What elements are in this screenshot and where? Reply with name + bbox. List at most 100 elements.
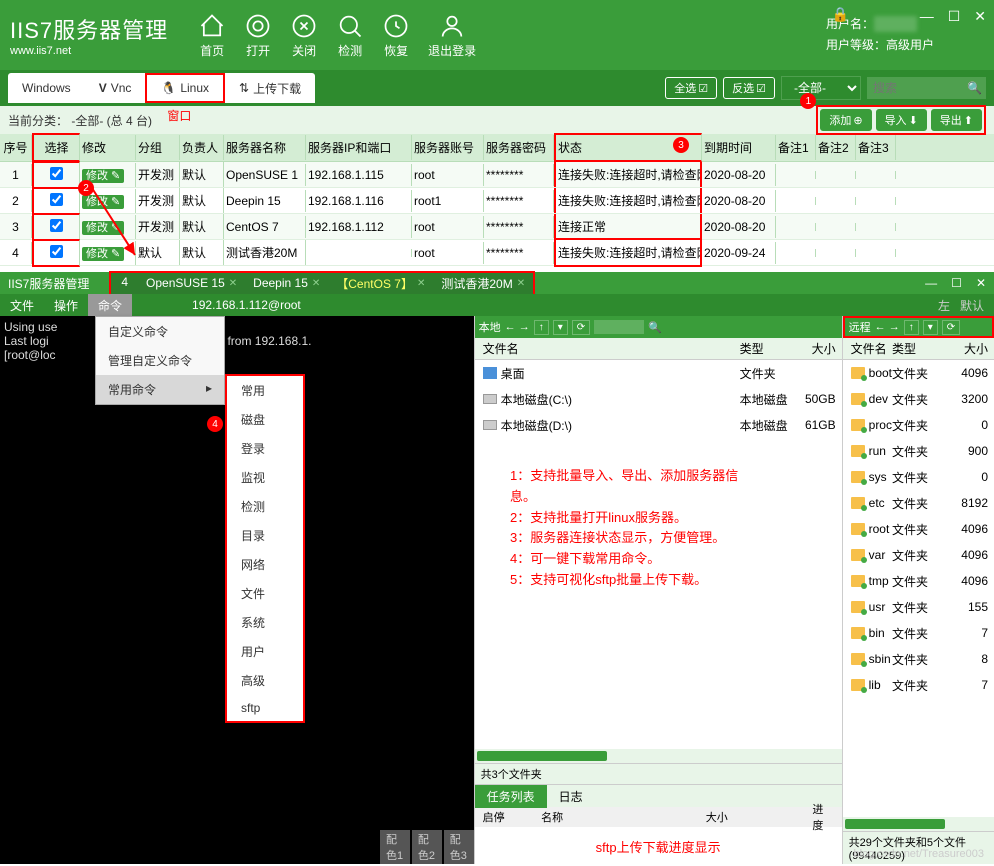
remote-up-icon[interactable]: ↑ bbox=[904, 320, 919, 335]
file-row[interactable]: var文件夹4096 bbox=[843, 542, 994, 568]
table-row[interactable]: 4修改 ✎默认默认测试香港20Mroot********连接失败:连接超时,请检… bbox=[0, 240, 994, 266]
task-tab-list[interactable]: 任务列表 bbox=[475, 785, 547, 808]
file-row[interactable]: dev文件夹3200 bbox=[843, 386, 994, 412]
local-up-icon[interactable]: ↑ bbox=[534, 320, 549, 335]
remote-refresh-icon[interactable]: ⟳ bbox=[942, 320, 960, 335]
session-tab[interactable]: Deepin 15 ✕ bbox=[245, 273, 328, 294]
table-row[interactable]: 3修改 ✎开发测默认CentOS 7192.168.1.112root*****… bbox=[0, 214, 994, 240]
maximize-icon[interactable]: ☐ bbox=[948, 8, 961, 25]
submenu-item[interactable]: sftp bbox=[227, 695, 303, 721]
tab-linux[interactable]: 🐧Linux 窗口 bbox=[145, 73, 225, 103]
tab-close-icon[interactable]: ✕ bbox=[229, 278, 237, 289]
work-area: Using use Last logixxxxxxxxxxxx :37:01 2… bbox=[0, 316, 994, 864]
file-icon bbox=[483, 394, 497, 404]
tab-vnc[interactable]: VVnc bbox=[85, 73, 146, 103]
tab-upload[interactable]: ⇅上传下载 bbox=[225, 73, 315, 103]
nav-open[interactable]: 打开 bbox=[244, 12, 272, 59]
add-button[interactable]: 添加 ⊕ bbox=[820, 109, 871, 131]
file-row[interactable]: 本地磁盘(D:\)本地磁盘61GB bbox=[475, 412, 842, 438]
local-scrollbar[interactable] bbox=[477, 751, 607, 761]
submenu-item[interactable]: 用户 bbox=[227, 637, 303, 666]
local-refresh-icon[interactable]: ⟳ bbox=[572, 320, 590, 335]
submenu-item[interactable]: 常用 bbox=[227, 376, 303, 405]
file-row[interactable]: 桌面文件夹 bbox=[475, 360, 842, 386]
sub-minimize-icon[interactable]: — bbox=[925, 276, 937, 290]
table-row[interactable]: 1修改 ✎开发测默认OpenSUSE 1192.168.1.115root***… bbox=[0, 162, 994, 188]
session-tab[interactable]: OpenSUSE 15 ✕ bbox=[138, 273, 245, 294]
submenu-item[interactable]: 网络 bbox=[227, 550, 303, 579]
file-row[interactable]: sys文件夹0 bbox=[843, 464, 994, 490]
tab-close-icon[interactable]: ✕ bbox=[312, 278, 320, 289]
ctx-common-cmd[interactable]: 常用命令▸ bbox=[96, 375, 224, 404]
menu-command[interactable]: 命令 bbox=[88, 294, 132, 317]
submenu-item[interactable]: 监视 bbox=[227, 463, 303, 492]
sub-close-icon[interactable]: ✕ bbox=[976, 276, 986, 290]
file-row[interactable]: boot文件夹4096 bbox=[843, 360, 994, 386]
file-row[interactable]: lib文件夹7 bbox=[843, 672, 994, 698]
local-dropdown-icon[interactable]: ▾ bbox=[553, 320, 568, 335]
remote-scrollbar[interactable] bbox=[845, 819, 945, 829]
import-button[interactable]: 导入 ⬇ bbox=[876, 109, 927, 131]
row-checkbox[interactable] bbox=[50, 167, 63, 180]
local-search-icon[interactable]: 🔍 bbox=[648, 321, 662, 334]
export-button[interactable]: 导出 ⬆ bbox=[931, 109, 982, 131]
ctx-custom-cmd[interactable]: 自定义命令 bbox=[96, 317, 224, 346]
sub-maximize-icon[interactable]: ☐ bbox=[951, 276, 962, 290]
lock-icon[interactable]: 🔒 bbox=[832, 6, 849, 23]
file-row[interactable]: 本地磁盘(C:\)本地磁盘50GB bbox=[475, 386, 842, 412]
sub-window-controls: — ☐ ✕ bbox=[925, 276, 986, 290]
session-tab[interactable]: 测试香港20M ✕ bbox=[433, 273, 533, 294]
task-tab-log[interactable]: 日志 bbox=[547, 785, 595, 808]
modify-button[interactable]: 修改 ✎ bbox=[82, 195, 124, 209]
tab-close-icon[interactable]: ✕ bbox=[417, 278, 425, 289]
row-checkbox[interactable] bbox=[50, 193, 63, 206]
submenu-item[interactable]: 磁盘 bbox=[227, 405, 303, 434]
file-row[interactable]: sbin文件夹8 bbox=[843, 646, 994, 672]
menu-operate[interactable]: 操作 bbox=[44, 294, 88, 317]
minimize-icon[interactable]: — bbox=[920, 8, 934, 25]
row-checkbox[interactable] bbox=[50, 219, 63, 232]
menu-file[interactable]: 文件 bbox=[0, 294, 44, 317]
file-row[interactable]: bin文件夹7 bbox=[843, 620, 994, 646]
file-row[interactable]: root文件夹4096 bbox=[843, 516, 994, 542]
file-row[interactable]: tmp文件夹4096 bbox=[843, 568, 994, 594]
nav-logout[interactable]: 退出登录 bbox=[428, 12, 476, 59]
nav-home[interactable]: 首页 bbox=[198, 12, 226, 59]
modify-button[interactable]: 修改 ✎ bbox=[82, 247, 124, 261]
terminal-window: IIS7服务器管理 4 OpenSUSE 15 ✕Deepin 15 ✕【Cen… bbox=[0, 272, 994, 864]
submenu-item[interactable]: 高级 bbox=[227, 666, 303, 695]
file-row[interactable]: proc文件夹0 bbox=[843, 412, 994, 438]
modify-button[interactable]: 修改 ✎ bbox=[82, 221, 124, 235]
session-tab[interactable]: 【CentOS 7】 ✕ bbox=[328, 273, 433, 294]
file-row[interactable]: etc文件夹8192 bbox=[843, 490, 994, 516]
tab-windows[interactable]: Windows bbox=[8, 73, 85, 103]
submenu-item[interactable]: 检测 bbox=[227, 492, 303, 521]
close-icon[interactable]: ✕ bbox=[974, 8, 986, 25]
remote-dropdown-icon[interactable]: ▾ bbox=[923, 320, 938, 335]
remote-panel: 5 远程← → ↑ ▾ ⟳ 文件名 类型 大小 boot文件夹4096dev文件… bbox=[842, 316, 994, 864]
submenu-item[interactable]: 登录 bbox=[227, 434, 303, 463]
select-all-button[interactable]: 全选☑ bbox=[665, 77, 717, 99]
terminal[interactable]: Using use Last logixxxxxxxxxxxx :37:01 2… bbox=[0, 316, 474, 864]
submenu-item[interactable]: 文件 bbox=[227, 579, 303, 608]
local-search-input[interactable] bbox=[594, 320, 644, 334]
remote-file-list[interactable]: boot文件夹4096dev文件夹3200proc文件夹0run文件夹900sy… bbox=[843, 360, 994, 817]
annotations: 1：支持批量导入、导出、添加服务器信息。 2：支持批量打开linux服务器。 3… bbox=[510, 466, 750, 591]
grid-header: 序号 选择 修改 分组 负责人 服务器名称 服务器IP和端口 服务器账号 服务器… bbox=[0, 134, 994, 162]
file-row[interactable]: usr文件夹155 bbox=[843, 594, 994, 620]
nav-detect[interactable]: 检测 bbox=[336, 12, 364, 59]
table-row[interactable]: 2修改 ✎开发测默认Deepin 15192.168.1.116root1***… bbox=[0, 188, 994, 214]
submenu-item[interactable]: 目录 bbox=[227, 521, 303, 550]
ctx-manage-cmd[interactable]: 管理自定义命令 bbox=[96, 346, 224, 375]
row-checkbox[interactable] bbox=[50, 245, 63, 258]
tab-close-icon[interactable]: ✕ bbox=[517, 278, 525, 289]
nav-close[interactable]: 关闭 bbox=[290, 12, 318, 59]
invert-select-button[interactable]: 反选☑ bbox=[723, 77, 775, 99]
file-row[interactable]: run文件夹900 bbox=[843, 438, 994, 464]
badge-1: 1 bbox=[800, 93, 816, 109]
search-icon[interactable]: 🔍 bbox=[967, 81, 982, 95]
submenu-item[interactable]: 系统 bbox=[227, 608, 303, 637]
filter-select[interactable]: -全部- bbox=[781, 76, 861, 100]
nav-restore[interactable]: 恢复 bbox=[382, 12, 410, 59]
search-input[interactable] bbox=[867, 77, 967, 99]
